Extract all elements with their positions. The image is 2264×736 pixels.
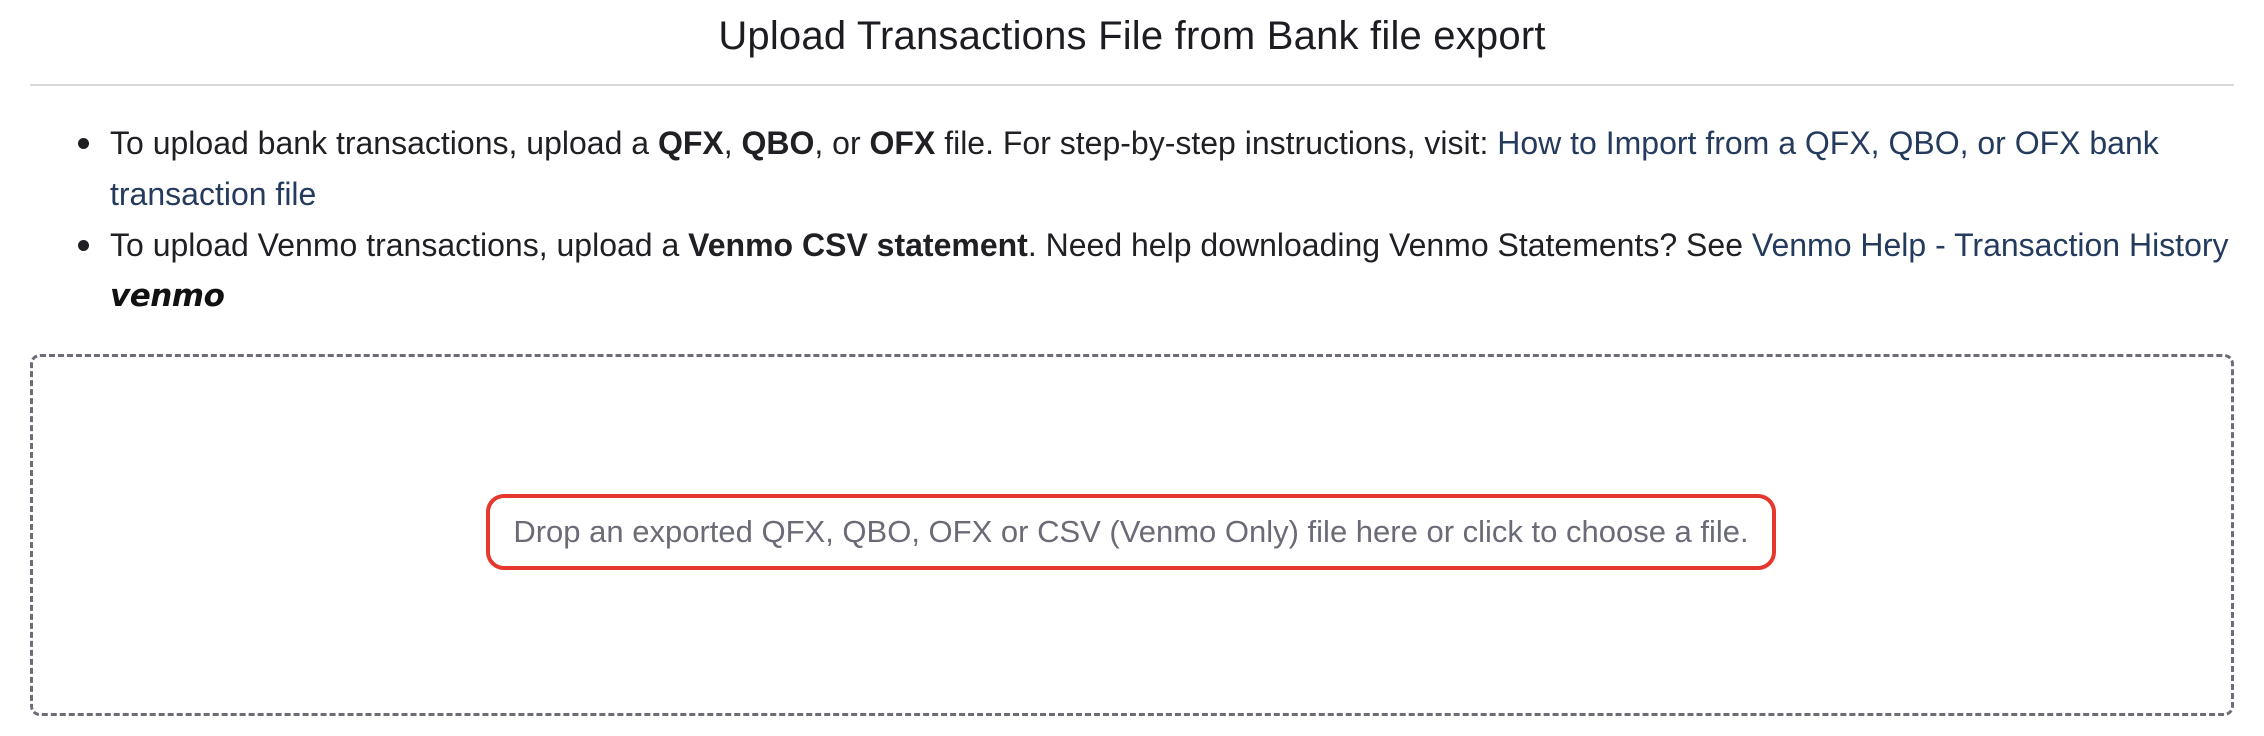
instruction-text: file. For step-by-step instructions, vis… (935, 125, 1498, 161)
dropzone-label[interactable]: Drop an exported QFX, QBO, OFX or CSV (V… (486, 494, 1776, 570)
format-ofx: OFX (869, 125, 936, 161)
separator: , or (814, 125, 870, 161)
venmo-csv-format: Venmo CSV statement (688, 227, 1028, 263)
instruction-bank-upload: To upload bank transactions, upload a QF… (78, 118, 2230, 220)
instruction-venmo-upload: To upload Venmo transactions, upload a V… (78, 220, 2230, 319)
venmo-logo: venmo (110, 278, 225, 314)
separator: , (723, 125, 742, 161)
format-qbo: QBO (741, 125, 815, 161)
page-title: Upload Transactions File from Bank file … (718, 14, 1546, 58)
venmo-help-link[interactable]: Venmo Help - Transaction History (1752, 227, 2229, 263)
instruction-text: To upload Venmo transactions, upload a (110, 227, 689, 263)
instructions-list: To upload bank transactions, upload a QF… (78, 118, 2230, 319)
instruction-text: . Need help downloading Venmo Statements… (1027, 227, 1752, 263)
bullet-icon (78, 138, 89, 149)
format-qfx: QFX (657, 125, 724, 161)
bullet-icon (78, 240, 89, 251)
instruction-text: To upload bank transactions, upload a (110, 125, 658, 161)
title-divider (30, 84, 2234, 86)
